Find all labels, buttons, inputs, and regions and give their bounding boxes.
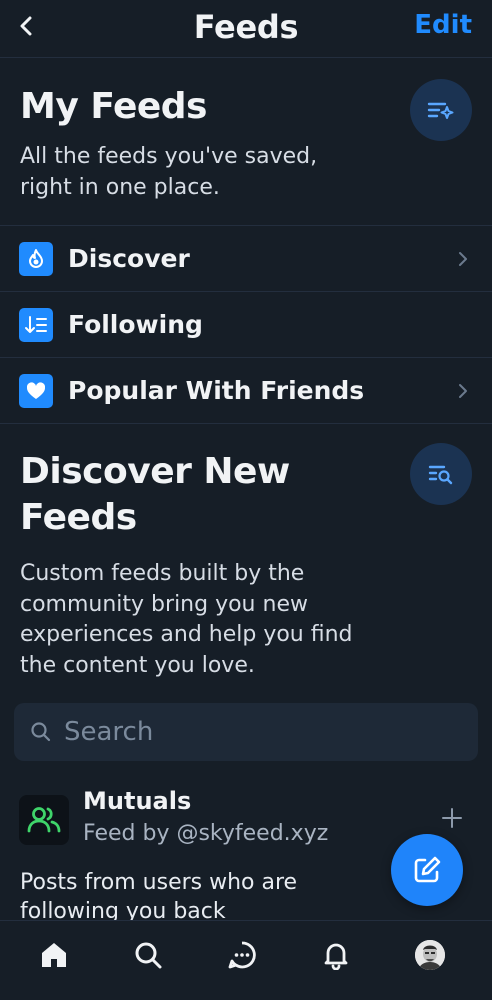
search-placeholder: Search: [64, 717, 154, 747]
feed-item-label: Discover: [68, 244, 190, 273]
home-icon: [42, 943, 66, 967]
feed-avatar: [19, 795, 69, 845]
feed-item-popular-with-friends[interactable]: Popular With Friends: [0, 357, 492, 423]
discover-title-line2: Feeds: [20, 497, 137, 538]
heart-icon: [19, 373, 53, 408]
nav-home[interactable]: [7, 921, 101, 989]
nav-notifications[interactable]: [289, 921, 383, 989]
discover-title-line1: Discover New: [20, 451, 290, 492]
discover-description-line4: the content you love.: [20, 653, 255, 678]
profile-avatar: [415, 940, 445, 970]
chat-icon: [228, 941, 256, 969]
my-feeds-description-line1: All the feeds you've saved,: [20, 144, 318, 169]
feed-description: Posts from users who are following you b…: [20, 870, 298, 924]
flame-icon: [19, 241, 53, 276]
discover-feeds-button[interactable]: [410, 443, 472, 505]
discover-description-line3: experiences and help you find: [20, 622, 353, 647]
feed-item-following[interactable]: Following: [0, 291, 492, 357]
bell-icon: [324, 943, 348, 970]
search-icon: [135, 942, 162, 969]
feed-name[interactable]: Mutuals: [83, 787, 191, 815]
search-input[interactable]: Search: [14, 703, 478, 761]
top-bar: Feeds Edit: [0, 0, 492, 58]
compose-button[interactable]: [391, 834, 463, 906]
feed-item-label: Popular With Friends: [68, 376, 365, 405]
nav-profile[interactable]: [383, 921, 477, 989]
feed-item-discover[interactable]: Discover: [0, 225, 492, 291]
feed-item-label: Following: [68, 310, 203, 339]
bottom-nav: [0, 920, 492, 1000]
edit-button[interactable]: Edit: [414, 10, 472, 40]
nav-chat[interactable]: [195, 921, 289, 989]
chevron-right-icon: [454, 250, 472, 268]
discover-description-line1: Custom feeds built by the: [20, 561, 305, 586]
section-divider: [0, 423, 492, 424]
sliders-sparkle-icon: [427, 102, 454, 119]
search-icon: [30, 721, 52, 743]
add-feed-button[interactable]: [440, 806, 464, 830]
users-icon: [27, 807, 61, 833]
compose-icon: [414, 856, 441, 883]
plus-icon: [442, 808, 462, 828]
feed-byline: Feed by @skyfeed.xyz: [83, 821, 329, 846]
list-search-icon: [428, 465, 453, 485]
nav-search[interactable]: [101, 921, 195, 989]
feed-settings-button[interactable]: [410, 79, 472, 141]
chevron-right-icon: [454, 382, 472, 400]
discover-description-line2: community bring you new: [20, 592, 308, 617]
my-feeds-title: My Feeds: [20, 86, 208, 127]
sort-list-icon: [19, 307, 53, 342]
my-feeds-description-line2: right in one place.: [20, 175, 220, 200]
